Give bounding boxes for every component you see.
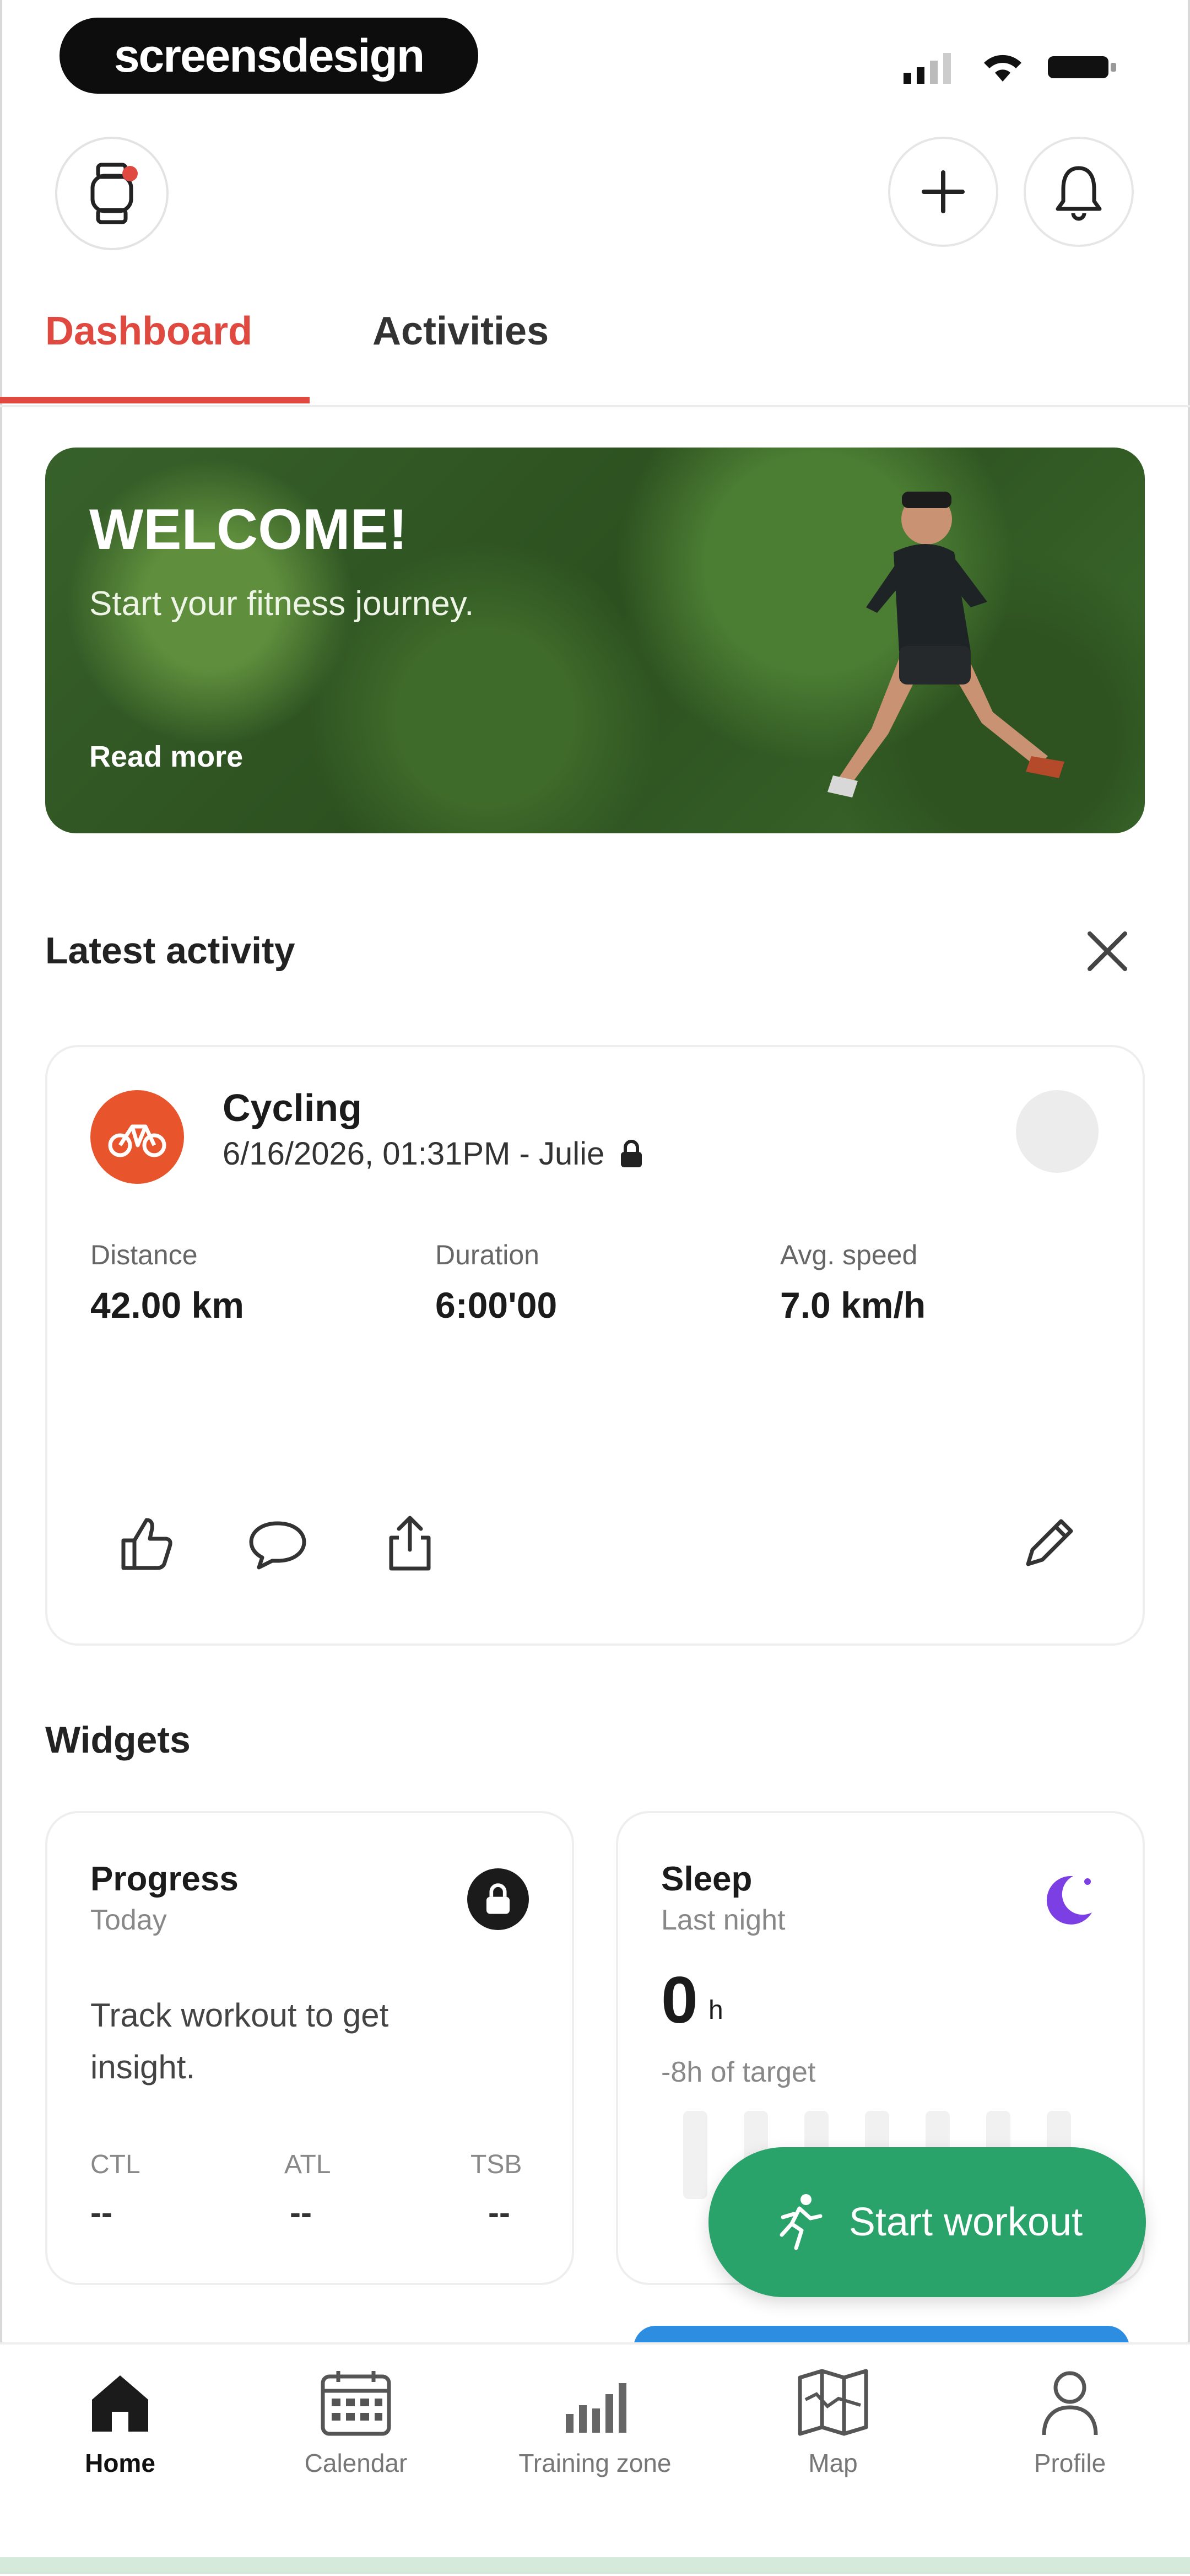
widgets-heading: Widgets: [45, 1719, 191, 1761]
person-icon: [1042, 2371, 1098, 2435]
bell-icon: [1056, 166, 1102, 221]
brand-text: screensdesign: [113, 29, 425, 82]
tab-bar: Dashboard Activities: [0, 287, 1190, 407]
home-icon: [92, 2375, 148, 2432]
tab-dashboard[interactable]: Dashboard: [45, 309, 252, 354]
notifications-button[interactable]: [1024, 137, 1134, 247]
nav-training-zone-label: Training zone: [518, 2449, 672, 2477]
activity-type-badge: [90, 1090, 184, 1184]
plus-icon: [922, 170, 965, 213]
status-icons: [904, 51, 1118, 84]
chart-bars-icon: [566, 2383, 626, 2433]
progress-hint: Track workout to get insight.: [90, 1997, 389, 2085]
sleep-unit: h: [708, 1996, 723, 2025]
moon-icon: [1047, 1876, 1092, 1925]
activity-card[interactable]: Cycling 6/16/2026, 01:31PM - Julie Dista…: [45, 1045, 1145, 1646]
progress-title: Progress: [90, 1860, 239, 1898]
nav-home[interactable]: Home: [15, 2367, 225, 2478]
progress-subtitle: Today: [90, 1904, 167, 1936]
metric-tsb-value: --: [488, 2194, 510, 2231]
signal-icon: [904, 53, 951, 84]
active-tab-indicator: [0, 397, 310, 403]
lock-icon: [621, 1139, 642, 1167]
nav-calendar-label: Calendar: [304, 2449, 408, 2477]
activity-meta-row: 6/16/2026, 01:31PM - Julie: [223, 1135, 645, 1172]
metric-tsb-label: TSB: [470, 2150, 522, 2179]
bottom-navigation: Home Calendar Training zone Map Profile: [0, 2342, 1190, 2576]
device-avatar-button[interactable]: [55, 137, 169, 250]
comment-icon[interactable]: [245, 1510, 311, 1576]
stat-duration-value: 6:00'00: [435, 1285, 558, 1325]
sleep-target: -8h of target: [661, 2056, 816, 2088]
start-workout-label: Start workout: [848, 2200, 1083, 2244]
home-indicator-bar: [0, 2557, 1190, 2574]
sleep-title: Sleep: [661, 1860, 753, 1898]
participant-avatar[interactable]: [1016, 1090, 1099, 1173]
stat-distance-value: 42.00 km: [90, 1285, 244, 1325]
sleep-subtitle: Last night: [661, 1904, 786, 1936]
calendar-icon: [321, 2371, 391, 2436]
nav-home-label: Home: [85, 2449, 155, 2477]
nav-map-label: Map: [808, 2449, 858, 2477]
progress-widget[interactable]: Progress Today Track workout to get insi…: [45, 1811, 574, 2285]
metric-atl-value: --: [290, 2194, 312, 2231]
activity-meta: 6/16/2026, 01:31PM - Julie: [223, 1136, 605, 1172]
map-icon: [798, 2369, 868, 2436]
add-button[interactable]: [888, 137, 998, 247]
brand-watermark: screensdesign: [60, 18, 478, 94]
runner-illustration: [827, 492, 1064, 797]
latest-activity-heading: Latest activity: [45, 930, 295, 972]
edit-icon[interactable]: [1016, 1510, 1082, 1576]
close-icon[interactable]: [1080, 924, 1135, 979]
bicycle-icon: [108, 1124, 166, 1157]
banner-subtitle: Start your fitness journey.: [89, 585, 474, 623]
running-icon: [780, 2194, 823, 2250]
read-more-link[interactable]: Read more: [89, 740, 243, 774]
nav-calendar[interactable]: Calendar: [251, 2367, 461, 2478]
share-icon[interactable]: [377, 1510, 443, 1576]
lock-icon: [486, 1883, 510, 1914]
nav-profile-label: Profile: [1034, 2449, 1106, 2477]
activity-type: Cycling: [223, 1086, 362, 1129]
stat-speed-value: 7.0 km/h: [780, 1285, 926, 1325]
stat-duration-label: Duration: [435, 1240, 539, 1270]
sleep-bar: [683, 2111, 707, 2199]
sleep-hours: 0: [661, 1963, 698, 2037]
banner-title: WELCOME!: [89, 498, 408, 562]
battery-icon: [1048, 56, 1116, 78]
start-workout-button[interactable]: Start workout: [708, 2147, 1146, 2297]
metric-atl-label: ATL: [284, 2150, 331, 2179]
nav-map[interactable]: Map: [728, 2367, 938, 2478]
nav-training-zone[interactable]: Training zone: [490, 2367, 700, 2478]
stat-speed-label: Avg. speed: [780, 1240, 918, 1270]
welcome-banner[interactable]: WELCOME! Start your fitness journey. Rea…: [45, 448, 1145, 833]
like-icon[interactable]: [112, 1510, 178, 1576]
stat-distance-label: Distance: [90, 1240, 198, 1270]
wifi-icon: [984, 55, 1021, 82]
nav-profile[interactable]: Profile: [965, 2367, 1175, 2478]
tab-activities[interactable]: Activities: [372, 309, 549, 354]
locked-badge: [467, 1868, 529, 1930]
metric-ctl-label: CTL: [90, 2150, 140, 2179]
watch-icon: [90, 163, 138, 224]
metric-ctl-value: --: [90, 2194, 112, 2231]
